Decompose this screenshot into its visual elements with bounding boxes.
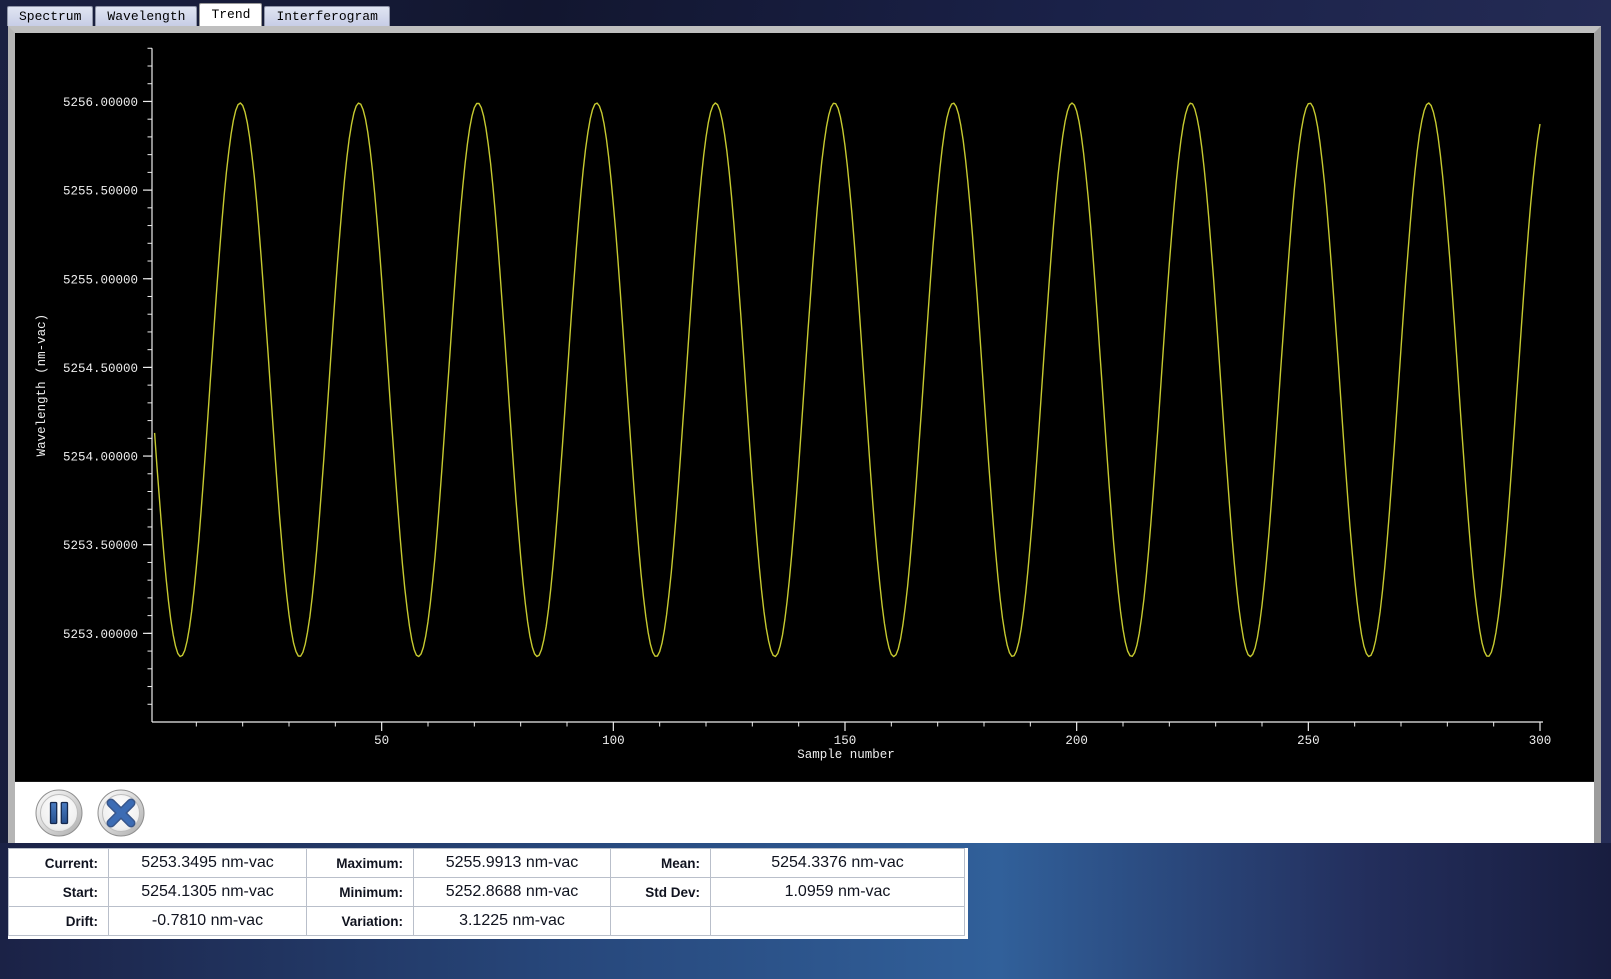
svg-text:5255.50000: 5255.50000 [63,185,138,199]
trend-plot-panel: 5253.00000 5253.50000 5254.00000 5254.50000… [8,26,1601,843]
stat-label: Minimum: [307,878,414,907]
svg-text:100: 100 [602,734,625,748]
table-row: Drift: -0.7810 nm-vac Variation: 3.1225 … [9,907,965,936]
stat-value: -0.7810 nm-vac [109,907,307,936]
svg-text:5254.50000: 5254.50000 [63,362,138,376]
svg-text:5255.00000: 5255.00000 [63,273,138,287]
wavelength-meter-app: { "tabs": [ { "label": "Spectrum", "acti… [0,0,1611,979]
tab-wavelength[interactable]: Wavelength [95,6,197,26]
svg-text:Sample number: Sample number [797,748,895,762]
trend-chart: 5253.00000 5253.50000 5254.00000 5254.50000… [15,33,1594,781]
stat-label [611,907,711,936]
stat-value: 1.0959 nm-vac [711,878,965,907]
tab-spectrum[interactable]: Spectrum [7,6,93,26]
svg-text:250: 250 [1297,734,1320,748]
tab-interferogram[interactable]: Interferogram [264,6,389,26]
stat-label: Variation: [307,907,414,936]
table-row: Current: 5253.3495 nm-vac Maximum: 5255.… [9,849,965,878]
stat-value: 5254.3376 nm-vac [711,849,965,878]
close-button[interactable] [97,789,145,837]
svg-text:5254.00000: 5254.00000 [63,451,138,465]
stat-value: 5253.3495 nm-vac [109,849,307,878]
stat-label: Mean: [611,849,711,878]
view-tabs: Spectrum Wavelength Trend Interferogram [7,3,390,26]
stat-value: 5255.9913 nm-vac [414,849,611,878]
svg-text:5256.00000: 5256.00000 [63,96,138,110]
svg-text:5253.50000: 5253.50000 [63,539,138,553]
stat-label: Maximum: [307,849,414,878]
stat-label: Drift: [9,907,109,936]
svg-text:150: 150 [834,734,857,748]
svg-text:300: 300 [1529,734,1552,748]
stat-value: 5252.8688 nm-vac [414,878,611,907]
statistics-region: Current: 5253.3495 nm-vac Maximum: 5255.… [0,843,1611,979]
plot-toolbar [15,781,1594,843]
table-row: Start: 5254.1305 nm-vac Minimum: 5252.86… [9,878,965,907]
stat-value [711,907,965,936]
tab-trend[interactable]: Trend [199,3,262,26]
stat-label: Start: [9,878,109,907]
svg-text:Wavelength (nm-vac): Wavelength (nm-vac) [35,314,49,457]
stat-label: Current: [9,849,109,878]
stat-value: 5254.1305 nm-vac [109,878,307,907]
svg-text:5253.00000: 5253.00000 [63,628,138,642]
pause-button[interactable] [35,789,83,837]
svg-text:50: 50 [374,734,389,748]
stat-value: 3.1225 nm-vac [414,907,611,936]
stat-label: Std Dev: [611,878,711,907]
svg-text:200: 200 [1065,734,1088,748]
trend-chart-svg: 5253.00000 5253.50000 5254.00000 5254.50000… [15,33,1594,781]
statistics-table: Current: 5253.3495 nm-vac Maximum: 5255.… [8,848,968,939]
